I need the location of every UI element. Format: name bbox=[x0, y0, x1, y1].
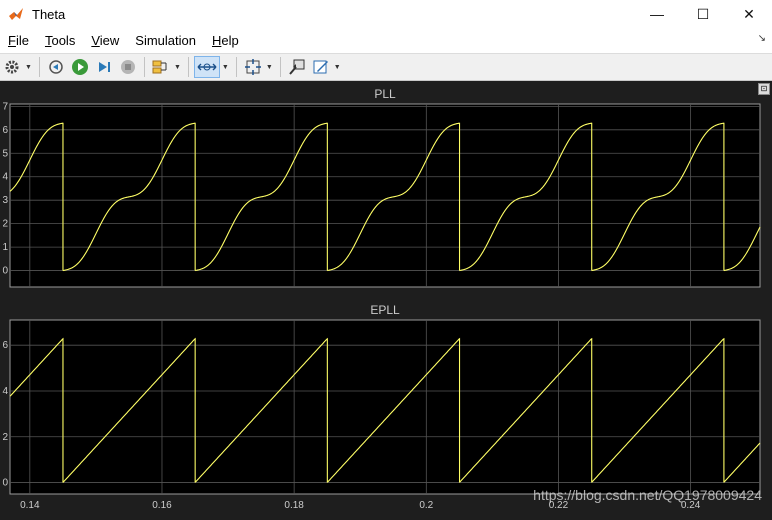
signal-selector-dropdown-icon[interactable]: ▼ bbox=[174, 64, 181, 71]
stop-icon[interactable] bbox=[117, 56, 139, 78]
y-tick-label: 2 bbox=[2, 219, 8, 230]
close-button[interactable]: ✕ bbox=[726, 0, 772, 28]
axes-epll[interactable]: EPLL02460.14 0.16 0.18 0.2 0.22 0.24 bbox=[2, 303, 761, 511]
toolbar-separator bbox=[143, 57, 145, 77]
y-tick-label: 3 bbox=[2, 195, 8, 206]
plot-title: EPLL bbox=[370, 303, 400, 317]
style-dropdown-icon[interactable]: ▼ bbox=[334, 64, 341, 71]
run-icon[interactable] bbox=[69, 56, 91, 78]
plot-background bbox=[9, 103, 761, 288]
maximize-button[interactable]: ☐ bbox=[680, 0, 726, 28]
y-tick-label: 0 bbox=[2, 266, 8, 277]
menu-simulation[interactable]: Simulation bbox=[127, 33, 204, 48]
y-tick-label: 6 bbox=[2, 340, 8, 351]
plot-title: PLL bbox=[374, 87, 396, 101]
toolbar-separator bbox=[279, 57, 281, 77]
gear-icon[interactable] bbox=[1, 56, 23, 78]
zoom-time-icon[interactable] bbox=[193, 56, 220, 78]
y-tick-label: 2 bbox=[2, 432, 8, 443]
step-back-icon[interactable] bbox=[45, 56, 67, 78]
plot-background bbox=[9, 319, 761, 495]
toolbar: ▼ ▼ ▼ ▼ ▼ bbox=[0, 53, 772, 81]
fit-to-view-icon[interactable] bbox=[242, 56, 264, 78]
toolbar-separator bbox=[187, 57, 189, 77]
y-tick-label: 4 bbox=[2, 386, 8, 397]
x-tick-label: 0.2 bbox=[419, 500, 433, 511]
x-tick-label: 0.16 bbox=[152, 500, 172, 511]
y-tick-label: 0 bbox=[2, 478, 8, 489]
x-tick-label: 0.14 bbox=[20, 500, 40, 511]
watermark-text: https://blog.csdn.net/QQ1978009424 bbox=[533, 487, 762, 503]
axes-pll[interactable]: PLL 0 1 2 3 4 5 6 7 bbox=[2, 87, 761, 288]
minimize-button[interactable]: — bbox=[634, 0, 680, 28]
gear-dropdown-icon[interactable]: ▼ bbox=[25, 64, 32, 71]
menu-help[interactable]: Help bbox=[204, 33, 247, 48]
y-tick-label: 6 bbox=[2, 125, 8, 136]
y-tick-label: 1 bbox=[2, 242, 8, 253]
dock-arrow-icon[interactable]: ↘ bbox=[758, 33, 766, 44]
y-tick-label: 5 bbox=[2, 148, 8, 159]
signal-selector-icon[interactable] bbox=[150, 56, 172, 78]
x-tick-label: 0.18 bbox=[284, 500, 304, 511]
style-icon[interactable] bbox=[310, 56, 332, 78]
menu-view[interactable]: View bbox=[83, 33, 127, 48]
fit-dropdown-icon[interactable]: ▼ bbox=[266, 64, 273, 71]
window-title: Theta bbox=[32, 6, 66, 22]
step-forward-icon[interactable] bbox=[93, 56, 115, 78]
y-tick-label: 7 bbox=[2, 101, 8, 112]
title-bar: Theta — ☐ ✕ bbox=[0, 0, 772, 28]
undock-icon[interactable]: ⊡ bbox=[758, 83, 770, 95]
zoom-dropdown-icon[interactable]: ▼ bbox=[222, 64, 229, 71]
menu-file[interactable]: File bbox=[0, 33, 37, 48]
matlab-logo-icon bbox=[8, 6, 24, 22]
menu-tools[interactable]: Tools bbox=[37, 33, 83, 48]
toolbar-separator bbox=[235, 57, 237, 77]
toolbar-separator bbox=[38, 57, 40, 77]
y-tick-label: 4 bbox=[2, 172, 8, 183]
scope-plot-area: ⊡ PLL 0 1 2 3 4 5 6 7 EPLL 0 2 4 6 0.14 0.16 0.18 0.2 0.2… bbox=[0, 82, 772, 515]
menu-bar: File Tools View Simulation Help ↘ bbox=[0, 28, 772, 53]
highlight-simulink-block-icon[interactable] bbox=[286, 56, 308, 78]
scope-canvas: PLL01234567 EPLL02460.14 0.16 0.18 0.2 0.22 0… bbox=[2, 87, 762, 511]
